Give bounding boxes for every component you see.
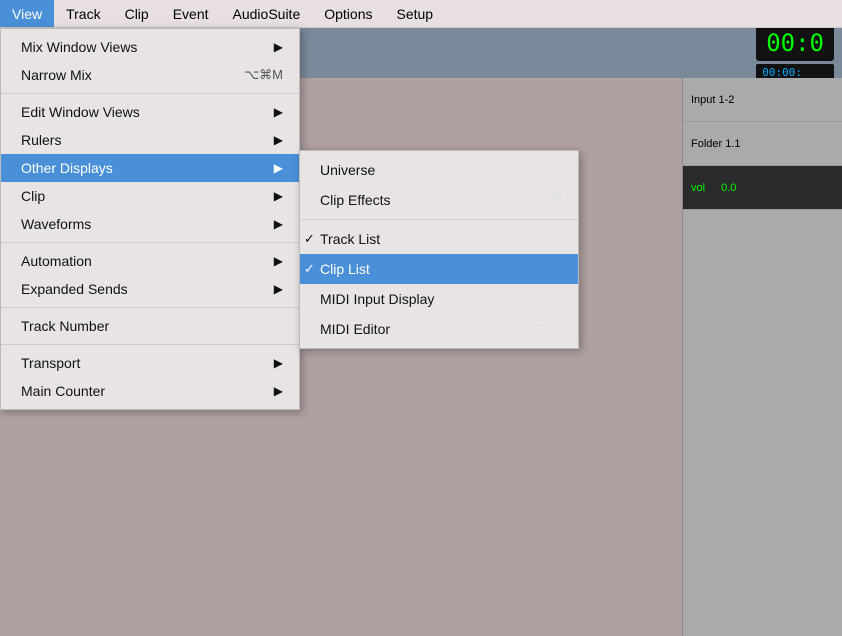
submenu-item-clip-effects[interactable]: Clip Effects ⌥6	[300, 185, 578, 215]
arrow-icon: ▶	[274, 189, 283, 203]
separator-4	[1, 344, 299, 345]
menubar-item-track[interactable]: Track	[54, 0, 112, 27]
arrow-icon: ▶	[274, 217, 283, 231]
arrow-icon: ▶	[274, 282, 283, 296]
separator-1	[1, 93, 299, 94]
menubar-item-options[interactable]: Options	[312, 0, 384, 27]
checkmark-icon: ✓	[304, 261, 315, 277]
arrow-icon: ▶	[274, 161, 283, 175]
input-row: Input 1-2	[683, 78, 842, 122]
folder-row: Folder 1.1	[683, 122, 842, 166]
submenu-item-universe[interactable]: Universe ⌥7	[300, 155, 578, 185]
separator-3	[1, 307, 299, 308]
vol-row: vol 0.0	[683, 166, 842, 210]
menu-item-expanded-sends[interactable]: Expanded Sends ▶	[1, 275, 299, 303]
submenu-item-clip-list[interactable]: ✓ Clip List	[300, 254, 578, 284]
menu-item-main-counter[interactable]: Main Counter ▶	[1, 377, 299, 405]
main-counter: 00:0	[756, 28, 834, 61]
menu-item-waveforms[interactable]: Waveforms ▶	[1, 210, 299, 238]
menubar: View Track Clip Event AudioSuite Options…	[0, 0, 842, 28]
arrow-icon: ▶	[274, 40, 283, 54]
menubar-item-audiosuite[interactable]: AudioSuite	[221, 0, 313, 27]
arrow-icon: ▶	[274, 356, 283, 370]
arrow-icon: ▶	[274, 105, 283, 119]
menu-item-transport[interactable]: Transport ▶	[1, 349, 299, 377]
separator-2	[1, 242, 299, 243]
menu-item-mix-window-views[interactable]: Mix Window Views ▶	[1, 33, 299, 61]
other-displays-submenu: Universe ⌥7 Clip Effects ⌥6 ✓ Track List…	[299, 150, 579, 349]
submenu-item-midi-input-display[interactable]: MIDI Input Display	[300, 284, 578, 314]
menu-item-track-number[interactable]: Track Number	[1, 312, 299, 340]
submenu-item-midi-editor[interactable]: MIDI Editor ^⌥⇧=	[300, 314, 578, 344]
submenu-separator-1	[300, 219, 578, 220]
menu-item-automation[interactable]: Automation ▶	[1, 247, 299, 275]
dropdown-container: Mix Window Views ▶ Narrow Mix ⌥⌘M Edit W…	[0, 28, 300, 410]
menubar-item-view[interactable]: View	[0, 0, 54, 27]
menubar-item-setup[interactable]: Setup	[384, 0, 445, 27]
menu-item-edit-window-views[interactable]: Edit Window Views ▶	[1, 98, 299, 126]
menu-item-rulers[interactable]: Rulers ▶	[1, 126, 299, 154]
submenu-item-track-list[interactable]: ✓ Track List	[300, 224, 578, 254]
daw-right-panel: Input 1-2 Folder 1.1 vol 0.0	[682, 78, 842, 636]
arrow-icon: ▶	[274, 133, 283, 147]
menubar-item-clip[interactable]: Clip	[113, 0, 161, 27]
arrow-icon: ▶	[274, 384, 283, 398]
arrow-icon: ▶	[274, 254, 283, 268]
menu-item-other-displays[interactable]: Other Displays ▶ Universe ⌥7 Clip Effect…	[1, 154, 299, 182]
menu-item-narrow-mix[interactable]: Narrow Mix ⌥⌘M	[1, 61, 299, 89]
checkmark-icon: ✓	[304, 231, 315, 247]
menu-item-clip[interactable]: Clip ▶	[1, 182, 299, 210]
view-dropdown-menu: Mix Window Views ▶ Narrow Mix ⌥⌘M Edit W…	[0, 28, 300, 410]
menubar-item-event[interactable]: Event	[161, 0, 221, 27]
